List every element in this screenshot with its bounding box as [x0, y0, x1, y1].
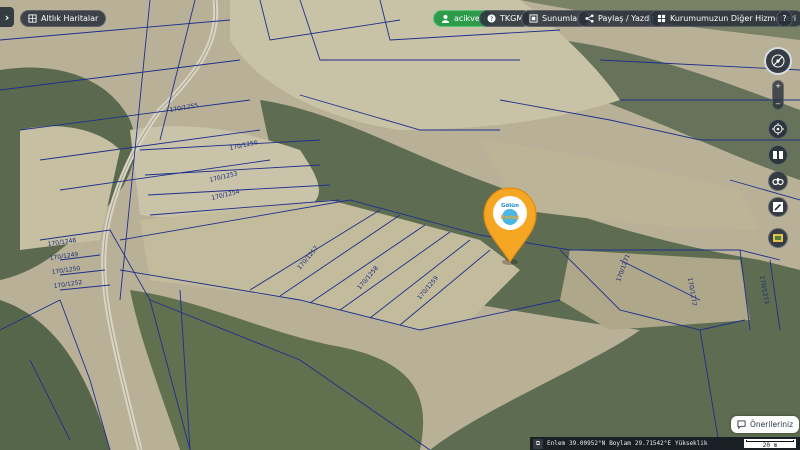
base-maps-label: Altlık Haritalar — [41, 14, 99, 23]
locate-button[interactable] — [768, 119, 788, 139]
layers-panel-button[interactable] — [768, 228, 788, 248]
question-icon: ? — [487, 14, 496, 23]
expand-icon[interactable]: ⧉ — [533, 438, 543, 449]
feedback-label: Önerileriniz — [750, 420, 794, 429]
zoom-in-button[interactable]: + — [775, 82, 781, 90]
help-button[interactable]: ? — [776, 10, 793, 27]
pencil-icon — [773, 202, 783, 212]
presentation-icon — [529, 14, 538, 23]
feedback-button[interactable]: Önerileriniz — [731, 416, 800, 433]
map-layers-icon — [773, 234, 783, 242]
binoculars-icon — [772, 178, 784, 186]
lon-label: Boylam — [609, 440, 631, 447]
status-bar: ⧉ Enlem 39.00952°N Boylam 29.71542°E Yük… — [530, 437, 800, 450]
split-screen-icon — [773, 151, 783, 159]
compare-button[interactable] — [768, 145, 788, 165]
pin-logo-text: Gölün — [501, 203, 519, 209]
compass-button[interactable] — [764, 47, 792, 75]
draw-button[interactable] — [768, 197, 788, 217]
lon-value: 29.71542°E — [634, 440, 671, 447]
zoom-out-button[interactable]: − — [775, 100, 781, 108]
user-icon — [441, 14, 450, 23]
tkgm-label: TKGM — [500, 14, 524, 23]
help-icon: ? — [782, 14, 787, 23]
street-view-button[interactable] — [768, 171, 788, 191]
chat-bubble-icon — [737, 420, 746, 429]
zoom-control[interactable]: + − — [772, 80, 784, 110]
pin-logo-text: Emlak — [501, 215, 520, 221]
crosshair-icon — [772, 123, 784, 135]
chevron-right-icon: › — [4, 10, 10, 24]
elevation-label: Yükseklik — [675, 440, 708, 447]
base-maps-button[interactable]: Altlık Haritalar — [20, 10, 107, 27]
sidebar-toggle-button[interactable]: › — [0, 7, 14, 27]
lat-value: 39.00952°N — [569, 440, 606, 447]
presentations-label: Sunumlar — [542, 14, 581, 23]
scale-bar: 20 m — [744, 439, 796, 449]
share-print-label: Paylaş / Yazdır — [598, 14, 655, 23]
satellite-map-view[interactable]: 170/1248 170/1249 170/1250 170/1252 170/… — [0, 0, 800, 450]
lat-label: Enlem — [547, 440, 566, 447]
scale-text: 20 m — [762, 442, 778, 449]
compass-icon — [771, 54, 785, 68]
layers-icon — [28, 14, 37, 23]
share-icon — [585, 14, 594, 23]
grid-icon — [657, 14, 666, 23]
svg-text:?: ? — [490, 16, 493, 23]
